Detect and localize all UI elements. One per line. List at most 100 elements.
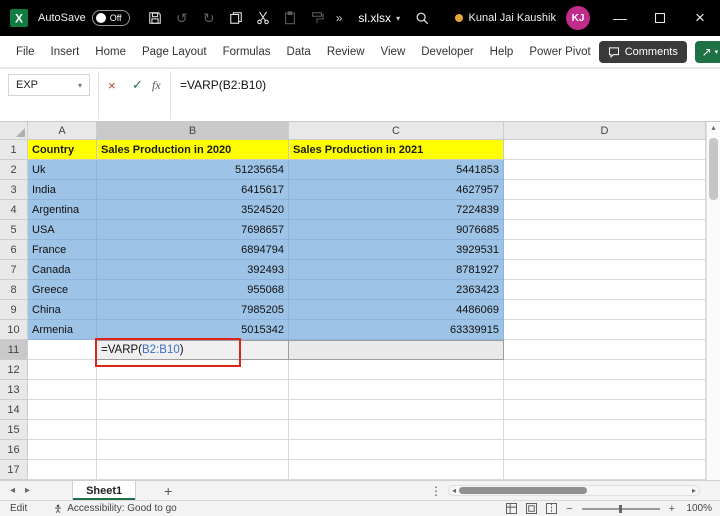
row-header-2[interactable]: 2: [0, 160, 28, 180]
cell-A16[interactable]: [28, 440, 97, 460]
cell-D5[interactable]: [504, 220, 706, 240]
format-painter-icon[interactable]: [308, 8, 326, 28]
add-sheet-button[interactable]: +: [164, 483, 172, 499]
row-header-8[interactable]: 8: [0, 280, 28, 300]
copy-icon[interactable]: [227, 8, 245, 28]
comments-button[interactable]: Comments: [599, 41, 687, 63]
cell-C6[interactable]: 3929531: [289, 240, 504, 260]
row-header-13[interactable]: 13: [0, 380, 28, 400]
menu-item-page-layout[interactable]: Page Layout: [134, 36, 215, 68]
cell-D9[interactable]: [504, 300, 706, 320]
excel-logo-icon[interactable]: X: [10, 9, 28, 27]
row-header-14[interactable]: 14: [0, 400, 28, 420]
row-header-12[interactable]: 12: [0, 360, 28, 380]
undo-icon[interactable]: ↺: [173, 8, 191, 28]
cell-B15[interactable]: [97, 420, 289, 440]
row-header-17[interactable]: 17: [0, 460, 28, 480]
cell-A2[interactable]: Uk: [28, 160, 97, 180]
row-header-5[interactable]: 5: [0, 220, 28, 240]
row-header-9[interactable]: 9: [0, 300, 28, 320]
cell-C10[interactable]: 63339915: [289, 320, 504, 340]
zoom-slider-knob[interactable]: [619, 505, 622, 513]
cell-B6[interactable]: 6894794: [97, 240, 289, 260]
cell-C14[interactable]: [289, 400, 504, 420]
save-icon[interactable]: [146, 8, 164, 28]
cell-D2[interactable]: [504, 160, 706, 180]
row-header-1[interactable]: 1: [0, 140, 28, 160]
cell-C12[interactable]: [289, 360, 504, 380]
cell-D14[interactable]: [504, 400, 706, 420]
cell-C13[interactable]: [289, 380, 504, 400]
row-header-7[interactable]: 7: [0, 260, 28, 280]
formula-input[interactable]: =VARP(B2:B10): [180, 74, 708, 96]
menu-item-view[interactable]: View: [373, 36, 414, 68]
zoom-out-button[interactable]: −: [566, 503, 572, 515]
vertical-scrollbar[interactable]: ▴: [706, 122, 720, 480]
cell-C1[interactable]: Sales Production in 2021: [289, 140, 504, 160]
cell-A14[interactable]: [28, 400, 97, 420]
cell-D16[interactable]: [504, 440, 706, 460]
scroll-up-icon[interactable]: ▴: [707, 123, 720, 132]
cell-D3[interactable]: [504, 180, 706, 200]
search-icon[interactable]: [413, 8, 431, 28]
vertical-scroll-thumb[interactable]: [709, 138, 718, 200]
cell-B13[interactable]: [97, 380, 289, 400]
sheet-nav-right-icon[interactable]: ▸: [25, 485, 30, 496]
cell-A13[interactable]: [28, 380, 97, 400]
cell-A5[interactable]: USA: [28, 220, 97, 240]
cell-B4[interactable]: 3524520: [97, 200, 289, 220]
cell-C3[interactable]: 4627957: [289, 180, 504, 200]
sheet-nav-left-icon[interactable]: ◂: [10, 485, 15, 496]
cell-C17[interactable]: [289, 460, 504, 480]
zoom-slider[interactable]: [582, 508, 660, 510]
cell-B2[interactable]: 51235654: [97, 160, 289, 180]
cell-C4[interactable]: 7224839: [289, 200, 504, 220]
cut-icon[interactable]: [254, 8, 272, 28]
cell-A17[interactable]: [28, 460, 97, 480]
cell-C7[interactable]: 8781927: [289, 260, 504, 280]
maximize-button[interactable]: [640, 0, 680, 36]
cell-C15[interactable]: [289, 420, 504, 440]
cell-A4[interactable]: Argentina: [28, 200, 97, 220]
horizontal-scroll-thumb[interactable]: [459, 487, 587, 494]
cell-C11[interactable]: [289, 340, 504, 360]
cell-D8[interactable]: [504, 280, 706, 300]
cell-B7[interactable]: 392493: [97, 260, 289, 280]
paste-icon[interactable]: [281, 8, 299, 28]
page-break-view-icon[interactable]: [546, 503, 557, 514]
sheet-tab-sheet1[interactable]: Sheet1: [72, 481, 136, 500]
row-header-3[interactable]: 3: [0, 180, 28, 200]
column-header-B[interactable]: B: [97, 122, 289, 140]
cell-D13[interactable]: [504, 380, 706, 400]
cell-D6[interactable]: [504, 240, 706, 260]
cell-B5[interactable]: 7698657: [97, 220, 289, 240]
cell-D17[interactable]: [504, 460, 706, 480]
cell-A15[interactable]: [28, 420, 97, 440]
page-layout-view-icon[interactable]: [526, 503, 537, 514]
cell-A9[interactable]: China: [28, 300, 97, 320]
toolbar-overflow-icon[interactable]: »: [336, 11, 343, 25]
zoom-level[interactable]: 100%: [684, 503, 712, 514]
row-header-6[interactable]: 6: [0, 240, 28, 260]
cell-B14[interactable]: [97, 400, 289, 420]
menu-item-developer[interactable]: Developer: [413, 36, 481, 68]
cell-A7[interactable]: Canada: [28, 260, 97, 280]
cell-D1[interactable]: [504, 140, 706, 160]
select-all-corner[interactable]: [0, 122, 28, 140]
share-button[interactable]: ↗ ▾: [695, 41, 720, 63]
cell-C2[interactable]: 5441853: [289, 160, 504, 180]
cell-A1[interactable]: Country: [28, 140, 97, 160]
cell-B10[interactable]: 5015342: [97, 320, 289, 340]
row-header-11[interactable]: 11: [0, 340, 28, 360]
minimize-button[interactable]: —: [600, 0, 640, 36]
insert-function-icon[interactable]: fx: [152, 74, 161, 96]
cell-B9[interactable]: 7985205: [97, 300, 289, 320]
cell-D12[interactable]: [504, 360, 706, 380]
cell-A3[interactable]: India: [28, 180, 97, 200]
cell-B16[interactable]: [97, 440, 289, 460]
filename[interactable]: sl.xlsx ▾: [358, 11, 400, 25]
redo-icon[interactable]: ↻: [200, 8, 218, 28]
row-header-4[interactable]: 4: [0, 200, 28, 220]
column-header-A[interactable]: A: [28, 122, 97, 140]
cell-C5[interactable]: 9076685: [289, 220, 504, 240]
